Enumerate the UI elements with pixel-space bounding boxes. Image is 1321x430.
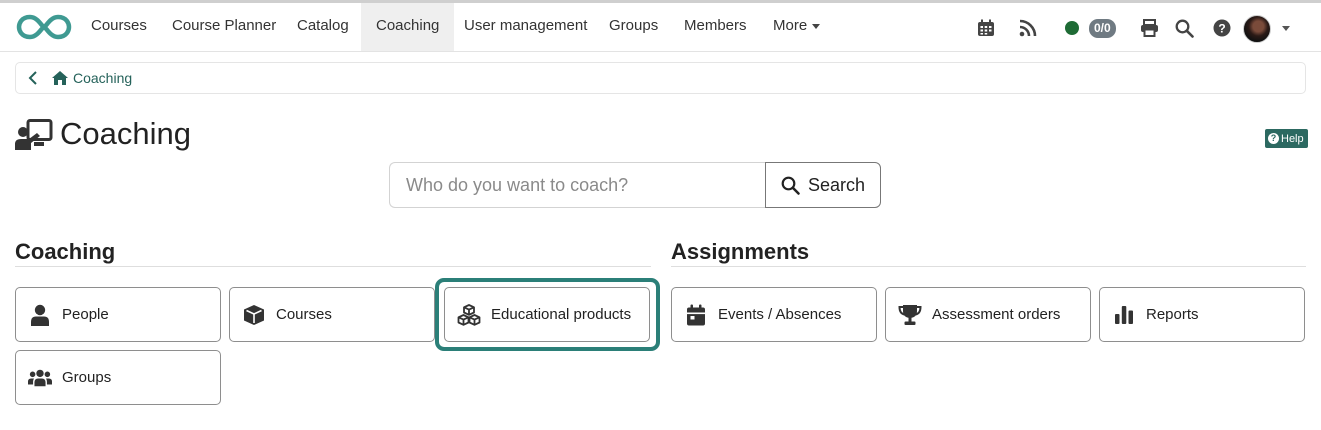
tile-assessment-orders-label: Assessment orders [932, 306, 1061, 323]
tile-events-absences-label: Events / Absences [718, 306, 842, 323]
nav-members[interactable]: Members [669, 3, 762, 51]
help-circle-icon[interactable]: ? [1212, 17, 1232, 39]
nav-coaching[interactable]: Coaching [361, 3, 455, 51]
calendar-icon[interactable] [976, 17, 996, 39]
assignments-section-title: Assignments [671, 239, 810, 264]
chevron-down-icon [812, 23, 821, 29]
search-icon [781, 176, 800, 195]
rss-icon[interactable] [1018, 17, 1038, 39]
search-icon[interactable] [1174, 17, 1194, 39]
calendar-icon [684, 303, 708, 327]
help-label: Help [1281, 132, 1304, 145]
breadcrumb-home-link[interactable]: Coaching [73, 70, 132, 86]
nav-groups[interactable]: Groups [594, 3, 673, 51]
coach-search-input[interactable] [389, 162, 766, 208]
svg-text:?: ? [1218, 21, 1225, 35]
openolat-logo-icon[interactable] [16, 13, 72, 41]
users-icon [28, 366, 52, 390]
top-navbar: Courses Course Planner Catalog Coaching … [0, 0, 1321, 52]
user-avatar[interactable] [1243, 15, 1271, 43]
nav-course-planner[interactable]: Course Planner [157, 3, 291, 51]
help-button[interactable]: ? Help [1265, 129, 1308, 148]
coaching-section-divider [15, 266, 651, 267]
nav-user-management[interactable]: User management [449, 3, 602, 51]
nav-more-label: More [773, 17, 808, 34]
search-button[interactable]: Search [765, 162, 881, 208]
online-status-icon[interactable] [1065, 21, 1079, 35]
assignments-section-divider [671, 266, 1306, 267]
tile-groups-label: Groups [62, 369, 112, 386]
bar-chart-icon [1112, 303, 1136, 327]
tile-educational-products-label: Educational products [491, 306, 632, 323]
notification-badge[interactable]: 0/0 [1089, 19, 1116, 38]
tile-events-absences[interactable]: Events / Absences [671, 287, 877, 342]
tile-educational-products[interactable]: Educational products [444, 287, 650, 342]
cubes-icon [457, 303, 481, 327]
breadcrumb: Coaching [15, 62, 1306, 94]
tile-reports[interactable]: Reports [1099, 287, 1305, 342]
tile-reports-label: Reports [1146, 306, 1199, 323]
page-title: Coaching [60, 116, 191, 151]
tile-assessment-orders[interactable]: Assessment orders [885, 287, 1091, 342]
chevron-left-icon[interactable] [25, 69, 43, 87]
tile-courses[interactable]: Courses [229, 287, 435, 342]
search-button-label: Search [807, 174, 866, 195]
tile-groups[interactable]: Groups [15, 350, 221, 405]
tile-people-label: People [62, 306, 109, 323]
tile-courses-label: Courses [276, 306, 332, 323]
print-icon[interactable] [1139, 17, 1159, 39]
nav-courses[interactable]: Courses [76, 3, 162, 51]
home-icon[interactable] [51, 69, 69, 87]
coaching-section-title: Coaching [15, 239, 116, 264]
tile-people[interactable]: People [15, 287, 221, 342]
nav-catalog[interactable]: Catalog [282, 3, 364, 51]
trophy-icon [898, 303, 922, 327]
person-icon [28, 303, 52, 327]
nav-more-dropdown[interactable]: More [758, 3, 835, 51]
coaching-presentation-icon [15, 119, 53, 150]
question-icon: ? [1268, 133, 1279, 144]
cube-icon [242, 303, 266, 327]
chevron-down-icon[interactable] [1282, 26, 1290, 31]
